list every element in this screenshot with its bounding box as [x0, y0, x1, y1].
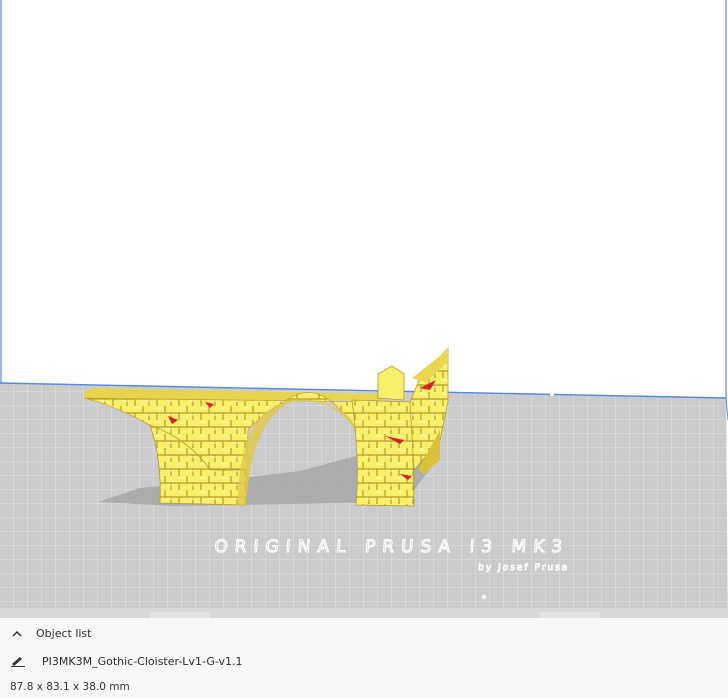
object-row[interactable]: PI3MK3M_Gothic-Cloister-Lv1-G-v1.1 [10, 650, 243, 672]
chevron-up-icon [10, 626, 24, 640]
scene-canvas[interactable]: ORIGINAL PRUSA i3 MK3 by Josef Prusa [0, 0, 728, 618]
object-list-label: Object list [36, 626, 92, 640]
object-list-toggle[interactable]: Object list [10, 622, 91, 644]
3d-viewport[interactable]: ORIGINAL PRUSA i3 MK3 by Josef Prusa [0, 0, 728, 698]
bed-edge [0, 608, 728, 618]
plate-sub-text: by Josef Prusa [478, 563, 570, 573]
object-panel: Object list PI3MK3M_Gothic-Cloister-Lv1-… [0, 618, 728, 698]
plate-brand-text: ORIGINAL PRUSA i3 MK3 [214, 537, 570, 557]
object-name: PI3MK3M_Gothic-Cloister-Lv1-G-v1.1 [42, 654, 243, 668]
object-dimensions: 87.8 x 83.1 x 38.0 mm [10, 681, 130, 693]
pencil-icon[interactable] [10, 654, 28, 668]
